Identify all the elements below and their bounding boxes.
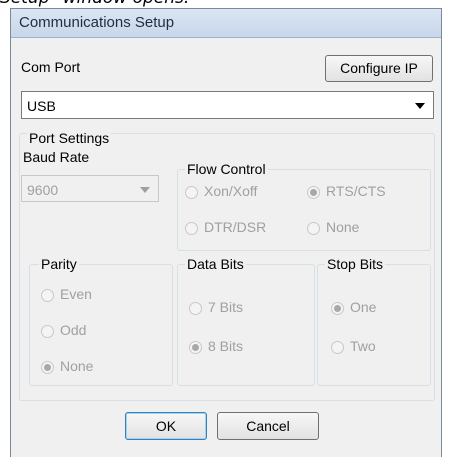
com-port-value: USB	[27, 98, 56, 114]
flow-xonxoff-label: Xon/Xoff	[204, 183, 258, 199]
data-7bits-radio[interactable]	[189, 302, 202, 315]
cancel-button[interactable]: Cancel	[217, 412, 319, 440]
baud-rate-select[interactable]: 9600	[21, 175, 159, 202]
stop-one-radio[interactable]	[331, 302, 344, 315]
stop-bits-title: Stop Bits	[325, 256, 386, 272]
parity-odd-radio[interactable]	[41, 325, 54, 338]
flow-dtrdsr-radio[interactable]	[185, 222, 198, 235]
data-7bits-label: 7 Bits	[208, 299, 244, 315]
chevron-down-icon	[415, 103, 425, 109]
flow-rtscts-radio[interactable]	[307, 186, 320, 199]
data-bits-group	[177, 264, 315, 386]
chevron-down-icon	[140, 187, 150, 193]
parity-none-radio[interactable]	[41, 361, 54, 374]
communications-setup-dialog: Communications Setup Com Port Configure …	[10, 8, 442, 457]
flow-xonxoff-radio[interactable]	[185, 186, 198, 199]
stop-one-label: One	[350, 299, 377, 315]
data-8bits-radio[interactable]	[189, 341, 202, 354]
window-title: Communications Setup	[19, 14, 175, 31]
configure-ip-button[interactable]: Configure IP	[325, 55, 433, 82]
flow-none-radio[interactable]	[307, 222, 320, 235]
stop-two-radio[interactable]	[331, 341, 344, 354]
parity-even-radio[interactable]	[41, 289, 54, 302]
com-port-select[interactable]: USB	[21, 91, 434, 119]
caption-text: Setup" window opens.	[0, 0, 452, 8]
parity-title: Parity	[39, 256, 79, 272]
data-bits-title: Data Bits	[185, 256, 246, 272]
data-8bits-label: 8 Bits	[208, 338, 244, 354]
parity-odd-label: Odd	[60, 322, 87, 338]
flow-rtscts-label: RTS/CTS	[326, 183, 386, 199]
title-bar: Communications Setup	[11, 9, 441, 38]
parity-none-label: None	[60, 358, 94, 374]
baud-rate-label: Baud Rate	[23, 149, 90, 165]
flow-control-title: Flow Control	[185, 161, 268, 177]
stop-bits-group	[317, 264, 431, 386]
com-port-label: Com Port	[21, 59, 81, 75]
flow-none-label: None	[326, 219, 360, 235]
baud-rate-value: 9600	[27, 182, 59, 198]
port-settings-title: Port Settings	[27, 130, 112, 146]
stop-two-label: Two	[350, 338, 376, 354]
ok-button[interactable]: OK	[125, 412, 207, 440]
flow-control-group	[177, 169, 431, 251]
parity-even-label: Even	[60, 286, 92, 302]
flow-dtrdsr-label: DTR/DSR	[204, 219, 267, 235]
